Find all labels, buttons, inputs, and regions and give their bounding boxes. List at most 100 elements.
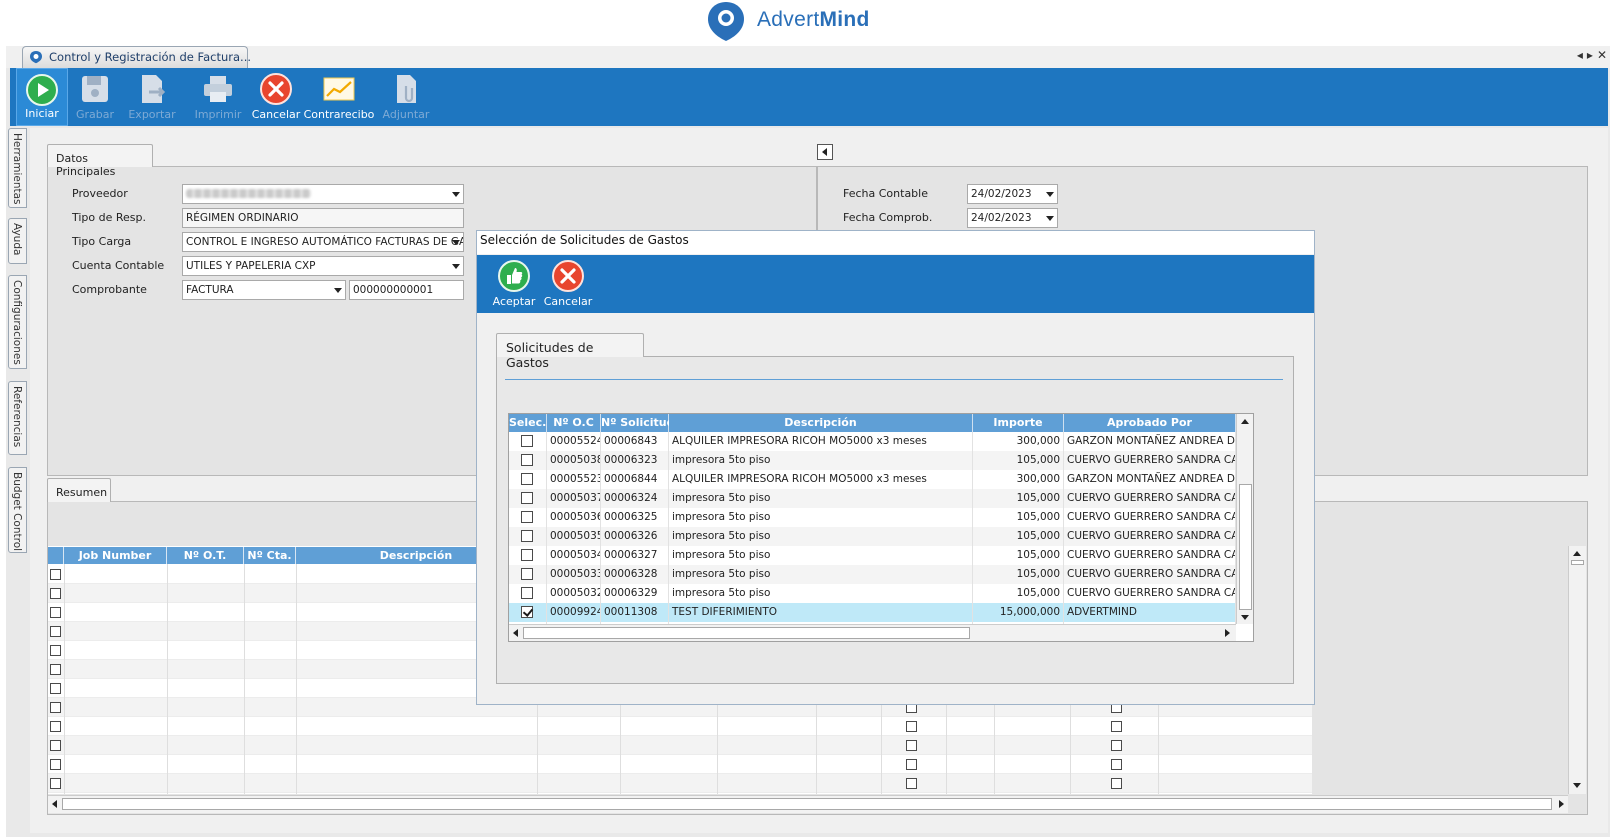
- row-flag-checkbox[interactable]: [906, 721, 917, 732]
- scroll-tabs-right-icon[interactable]: ▸: [1587, 48, 1593, 62]
- row-select-checkbox[interactable]: [50, 778, 61, 789]
- scroll-thumb[interactable]: [1239, 484, 1252, 610]
- row-flag-checkbox[interactable]: [1111, 740, 1122, 751]
- column-header-no-cta[interactable]: Nº Cta.: [244, 547, 296, 564]
- scroll-thumb[interactable]: [523, 627, 970, 639]
- row-select-checkbox[interactable]: [521, 549, 533, 561]
- row-select-checkbox[interactable]: [50, 626, 61, 637]
- iniciar-button[interactable]: Iniciar: [16, 68, 68, 126]
- table-row[interactable]: 00005035 00006326 impresora 5to piso 105,00…: [509, 527, 1236, 546]
- comprobante-type-select[interactable]: FACTURA: [182, 280, 346, 300]
- row-select-checkbox[interactable]: [50, 588, 61, 599]
- imprimir-button[interactable]: Imprimir: [190, 68, 246, 126]
- table-row[interactable]: 00005523 00006844 ALQUILER IMPRESORA RICOH…: [509, 470, 1236, 489]
- row-flag-checkbox[interactable]: [906, 759, 917, 770]
- row-select-checkbox[interactable]: [50, 683, 61, 694]
- row-select-checkbox[interactable]: [521, 473, 533, 485]
- resumen-vertical-scrollbar[interactable]: [1568, 546, 1586, 794]
- oc-cell: 00005035: [547, 527, 601, 546]
- aceptar-button[interactable]: Aceptar: [491, 255, 537, 313]
- tab-resumen[interactable]: Resumen: [47, 478, 111, 502]
- scroll-thumb[interactable]: [62, 798, 1552, 810]
- resumen-row[interactable]: [48, 755, 1312, 774]
- scroll-up-icon: [1573, 551, 1581, 556]
- row-flag-checkbox[interactable]: [906, 740, 917, 751]
- row-select-checkbox[interactable]: [521, 606, 533, 618]
- row-flag-checkbox[interactable]: [1111, 778, 1122, 789]
- save-icon: [82, 76, 108, 102]
- row-select-checkbox[interactable]: [50, 702, 61, 713]
- resumen-row[interactable]: [48, 736, 1312, 755]
- scroll-tabs-left-icon[interactable]: ◂: [1577, 48, 1583, 62]
- collapse-panel-button[interactable]: [817, 144, 833, 160]
- row-select-checkbox[interactable]: [521, 454, 533, 466]
- redacted-value: [186, 189, 311, 198]
- row-select-checkbox[interactable]: [50, 721, 61, 732]
- row-select-checkbox[interactable]: [50, 645, 61, 656]
- contrarecibo-button[interactable]: Contrarecibo: [302, 68, 376, 126]
- descripcion-cell: ALQUILER IMPRESORA RICOH MO5000 x3 meses: [669, 470, 973, 489]
- table-row[interactable]: 00005524 00006843 ALQUILER IMPRESORA RICOH…: [509, 432, 1236, 451]
- side-tab-budget-control[interactable]: Budget Control: [8, 467, 27, 553]
- column-header-importe[interactable]: Importe: [973, 414, 1064, 432]
- column-header-aprobado-por[interactable]: Aprobado Por: [1064, 414, 1236, 432]
- column-header-selec[interactable]: Selec.: [509, 414, 547, 432]
- table-row[interactable]: 00005032 00006329 impresora 5to piso 105,00…: [509, 584, 1236, 603]
- cancelar-toolbar-button[interactable]: Cancelar: [248, 68, 304, 126]
- tab-solicitudes-de-gastos[interactable]: Solicitudes de Gastos: [496, 333, 644, 370]
- cancel-icon: [552, 260, 584, 292]
- tab-datos-principales[interactable]: Datos Principales: [47, 144, 153, 178]
- row-select-checkbox[interactable]: [521, 511, 533, 523]
- side-tab-referencias[interactable]: Referencias: [8, 381, 27, 455]
- fecha-contable-picker[interactable]: 24/02/2023: [967, 184, 1058, 204]
- row-select-checkbox[interactable]: [521, 530, 533, 542]
- table-row[interactable]: 00005038 00006323 impresora 5to piso 105,00…: [509, 451, 1236, 470]
- fecha-comprob-picker[interactable]: 24/02/2023: [967, 208, 1058, 228]
- column-header-no-ot[interactable]: Nº O.T.: [167, 547, 244, 564]
- column-header-no-oc[interactable]: Nº O.C: [547, 414, 601, 432]
- row-select-checkbox[interactable]: [50, 740, 61, 751]
- close-window-icon[interactable]: ✕: [1597, 48, 1607, 62]
- document-tab[interactable]: Control y Registración de Factura...: [22, 46, 251, 68]
- row-select-checkbox[interactable]: [50, 607, 61, 618]
- row-select-checkbox[interactable]: [521, 492, 533, 504]
- side-tab-herramientas[interactable]: Herramientas: [8, 128, 27, 208]
- grid-vertical-scrollbar[interactable]: [1236, 414, 1253, 624]
- comprobante-number-input[interactable]: 000000000001: [349, 280, 464, 300]
- exportar-button[interactable]: Exportar: [122, 68, 182, 126]
- column-header-no-solicitud[interactable]: Nº Solicitud: [601, 414, 675, 432]
- grabar-button[interactable]: Grabar: [72, 68, 118, 126]
- row-flag-checkbox[interactable]: [906, 778, 917, 789]
- proveedor-label: Proveedor: [72, 187, 128, 200]
- tipo-carga-select[interactable]: CONTROL E INGRESO AUTOMÁTICO FACTURAS DE…: [182, 232, 464, 252]
- table-row[interactable]: 00005037 00006324 impresora 5to piso 105,00…: [509, 489, 1236, 508]
- oc-cell: 00005036: [547, 508, 601, 527]
- side-tab-ayuda[interactable]: Ayuda: [8, 218, 27, 264]
- resumen-row[interactable]: [48, 774, 1312, 793]
- row-flag-checkbox[interactable]: [1111, 721, 1122, 732]
- grid-horizontal-scrollbar[interactable]: [509, 624, 1236, 641]
- resumen-horizontal-scrollbar[interactable]: [48, 795, 1568, 813]
- scroll-thumb[interactable]: [1571, 560, 1584, 565]
- table-row[interactable]: 00009924 00011308 TEST DIFERIMIENTO 15,000,…: [509, 603, 1236, 622]
- cancelar-dialog-button[interactable]: Cancelar: [543, 255, 593, 313]
- column-header-job-number[interactable]: Job Number: [64, 547, 167, 564]
- table-row[interactable]: 00005036 00006325 impresora 5to piso 105,00…: [509, 508, 1236, 527]
- table-row[interactable]: 00005033 00006328 impresora 5to piso 105,00…: [509, 565, 1236, 584]
- row-flag-checkbox[interactable]: [1111, 759, 1122, 770]
- resumen-row[interactable]: [48, 717, 1312, 736]
- row-select-checkbox[interactable]: [521, 587, 533, 599]
- row-select-checkbox[interactable]: [50, 664, 61, 675]
- cuenta-contable-select[interactable]: UTILES Y PAPELERIA CXP: [182, 256, 464, 276]
- row-select-checkbox[interactable]: [50, 759, 61, 770]
- row-select-checkbox[interactable]: [521, 435, 533, 447]
- row-select-checkbox[interactable]: [50, 569, 61, 580]
- aprobado-cell: GARZON MONTAÑEZ ANDREA DEL P: [1064, 432, 1236, 451]
- table-row[interactable]: 00005034 00006327 impresora 5to piso 105,00…: [509, 546, 1236, 565]
- adjuntar-button[interactable]: Adjuntar: [380, 68, 432, 126]
- tipo-resp-field[interactable]: RÉGIMEN ORDINARIO: [182, 208, 464, 228]
- side-tab-configuraciones[interactable]: Configuraciones: [8, 275, 27, 369]
- row-select-checkbox[interactable]: [521, 568, 533, 580]
- proveedor-select[interactable]: [182, 184, 464, 204]
- column-header-descripcion[interactable]: Descripción: [669, 414, 973, 432]
